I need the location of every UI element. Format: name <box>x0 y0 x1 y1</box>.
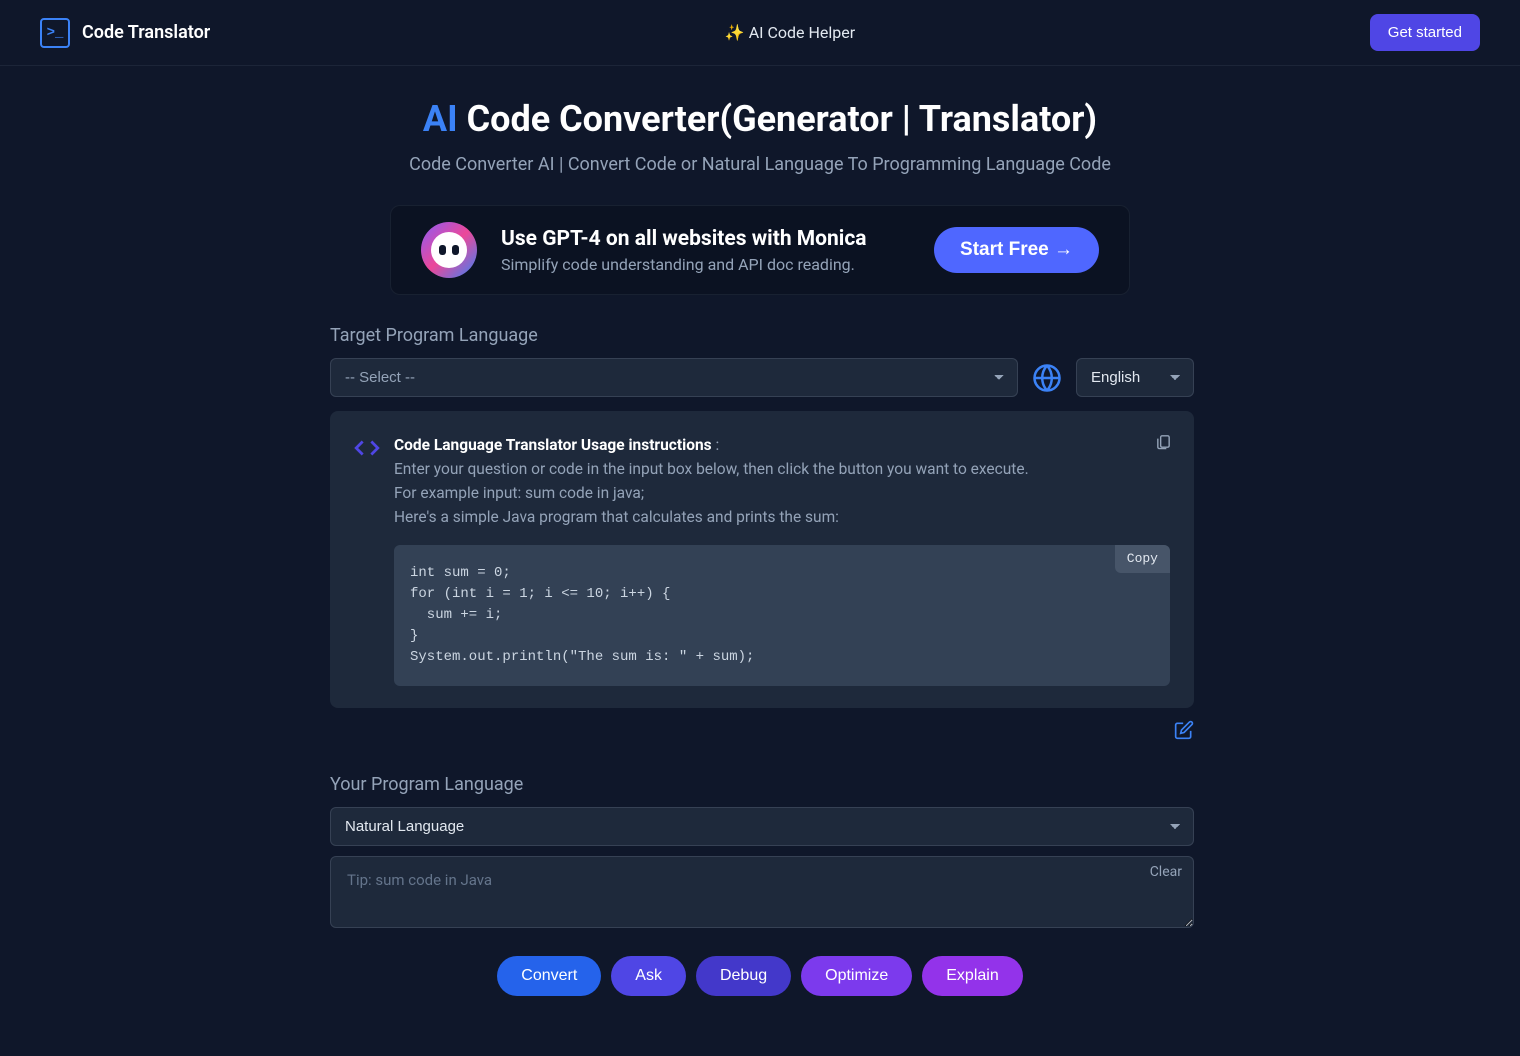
instructions-title: Code Language Translator Usage instructi… <box>394 436 712 454</box>
brand[interactable]: >_ Code Translator <box>40 18 210 48</box>
code-example: Copy int sum = 0; for (int i = 1; i <= 10… <box>394 545 1170 686</box>
code-input[interactable] <box>330 856 1194 928</box>
your-language-select[interactable]: Natural Language <box>330 807 1194 846</box>
monica-avatar-icon <box>421 222 477 278</box>
promo-heading: Use GPT-4 on all websites with Monica <box>501 227 910 251</box>
optimize-button[interactable]: Optimize <box>801 956 912 996</box>
edit-icon[interactable] <box>330 720 1194 744</box>
title-ai: AI <box>423 98 458 140</box>
ask-button[interactable]: Ask <box>611 956 686 996</box>
code-icon <box>354 435 380 465</box>
your-language-label: Your Program Language <box>330 774 1194 795</box>
globe-icon <box>1032 363 1062 393</box>
target-language-select[interactable]: -- Select -- <box>330 358 1018 397</box>
instructions-panel: Code Language Translator Usage instructi… <box>330 411 1194 708</box>
convert-button[interactable]: Convert <box>497 956 601 996</box>
brand-name: Code Translator <box>82 22 210 43</box>
instructions-line: For example input: sum code in java; <box>394 481 1170 505</box>
get-started-button[interactable]: Get started <box>1370 14 1480 51</box>
instructions-line: Enter your question or code in the input… <box>394 457 1170 481</box>
title-rest: Code Converter(Generator | Translator) <box>458 98 1097 140</box>
target-section: Target Program Language -- Select -- Eng… <box>330 325 1194 744</box>
header: >_ Code Translator ✨ AI Code Helper Get … <box>0 0 1520 66</box>
instructions-line: Here's a simple Java program that calcul… <box>394 505 1170 529</box>
clear-button[interactable]: Clear <box>1150 864 1182 880</box>
explain-button[interactable]: Explain <box>922 956 1022 996</box>
input-section: Your Program Language Natural Language C… <box>330 774 1194 932</box>
page-title: AI Code Converter(Generator | Translator… <box>330 98 1190 140</box>
clipboard-icon[interactable] <box>1155 433 1172 454</box>
ui-language-select[interactable]: English <box>1076 358 1194 397</box>
action-buttons: Convert Ask Debug Optimize Explain <box>330 956 1190 996</box>
start-free-button[interactable]: Start Free → <box>934 227 1099 273</box>
main-content: AI Code Converter(Generator | Translator… <box>310 66 1210 1056</box>
code-text: int sum = 0; for (int i = 1; i <= 10; i+… <box>410 565 754 665</box>
page-subtitle: Code Converter AI | Convert Code or Natu… <box>330 154 1190 175</box>
copy-button[interactable]: Copy <box>1115 545 1170 573</box>
promo-sub: Simplify code understanding and API doc … <box>501 255 910 274</box>
promo-banner: Use GPT-4 on all websites with Monica Si… <box>390 205 1130 295</box>
header-center-link[interactable]: ✨ AI Code Helper <box>725 23 855 42</box>
debug-button[interactable]: Debug <box>696 956 791 996</box>
terminal-icon: >_ <box>40 18 70 48</box>
target-label: Target Program Language <box>330 325 1194 346</box>
